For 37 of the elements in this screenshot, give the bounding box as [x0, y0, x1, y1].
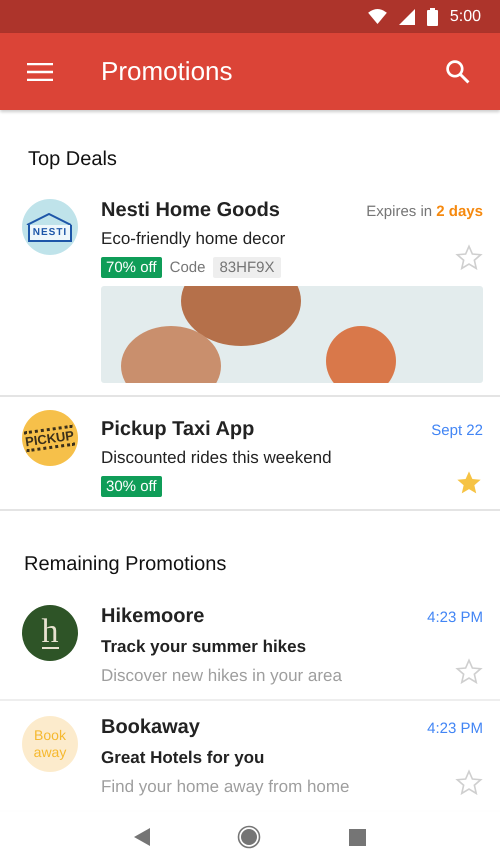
- sender-name: Bookaway: [101, 716, 200, 739]
- date-text: Sept 22: [431, 422, 483, 439]
- snippet-text: Discover new hikes in your area: [101, 666, 342, 686]
- battery-icon: [426, 8, 438, 26]
- discount-tag: 30% off: [101, 476, 162, 497]
- back-icon[interactable]: [134, 828, 150, 846]
- time-text: 4:23 PM: [427, 609, 483, 626]
- subject-text: Eco-friendly home decor: [101, 229, 286, 249]
- sender-name: Nesti Home Goods: [101, 199, 280, 222]
- wifi-icon: [368, 9, 387, 24]
- section-heading: Remaining Promotions: [23, 552, 228, 577]
- code-label: Code: [170, 259, 206, 276]
- menu-icon[interactable]: [27, 62, 53, 80]
- nesti-logo: NESTI: [22, 199, 78, 255]
- subject-text: Great Hotels for you: [101, 748, 266, 768]
- snippet-text: Find your home away from home: [101, 777, 350, 797]
- expiry-text: Expires in 2 days: [366, 203, 483, 220]
- sender-name: Pickup Taxi App: [101, 418, 254, 441]
- home-icon[interactable]: [237, 825, 262, 849]
- promo-code: 83HF9X: [213, 257, 280, 278]
- recents-icon[interactable]: [349, 828, 366, 846]
- sender-name: Hikemoore: [101, 605, 204, 628]
- star-icon[interactable]: [455, 769, 483, 797]
- section-heading: Top Deals: [27, 147, 118, 172]
- hikemoore-logo: h: [22, 605, 78, 661]
- subject-text: Track your summer hikes: [101, 637, 308, 657]
- clock-text: 5:00: [450, 8, 481, 26]
- app-title: Promotions: [101, 56, 234, 87]
- discount-tag: 70% off: [101, 257, 162, 278]
- star-icon[interactable]: [455, 658, 483, 686]
- search-icon[interactable]: [445, 59, 470, 84]
- subject-text: Discounted rides this weekend: [101, 448, 332, 468]
- time-text: 4:23 PM: [427, 720, 483, 737]
- star-icon[interactable]: [455, 244, 483, 272]
- bookaway-logo: Book away: [22, 716, 78, 772]
- pickup-logo: PICKUP: [22, 410, 78, 466]
- signal-icon: [398, 8, 415, 24]
